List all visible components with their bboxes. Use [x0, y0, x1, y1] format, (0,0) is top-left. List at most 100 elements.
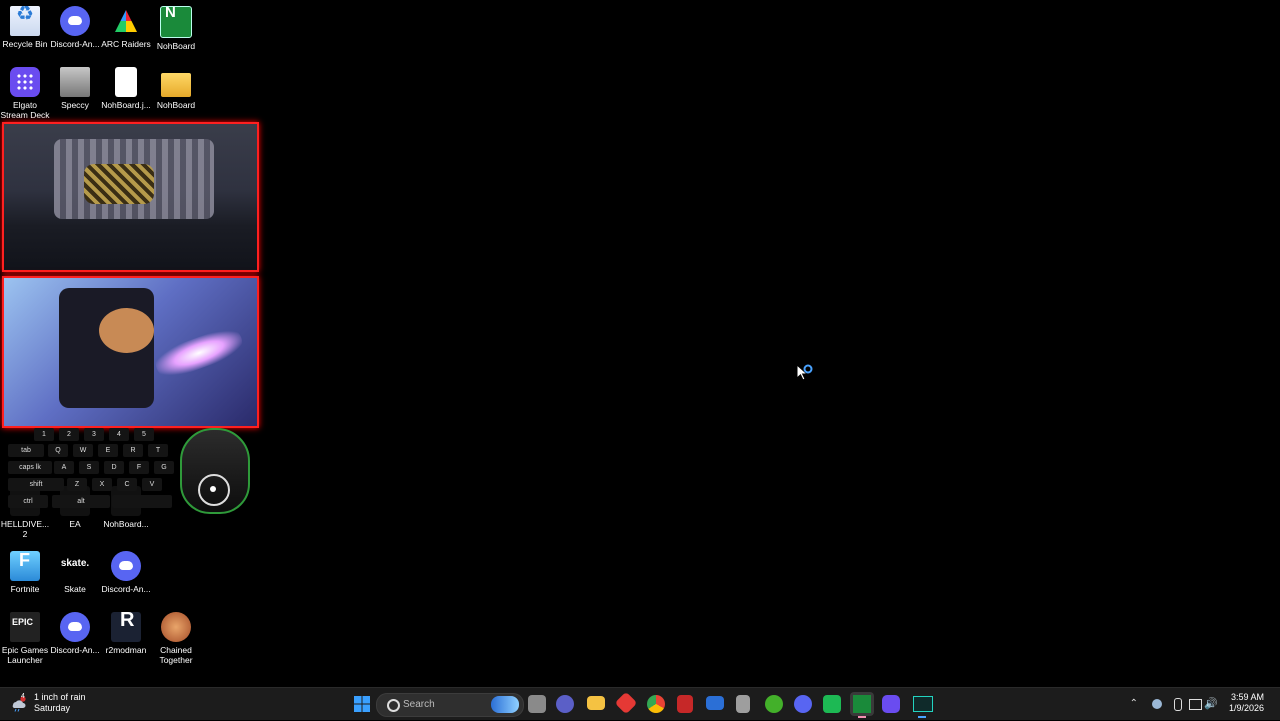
desktop-icon-label: Discord-An...: [50, 645, 100, 655]
player-camera-feed: [2, 276, 259, 428]
r2modman-icon: [111, 612, 141, 642]
key: A: [54, 461, 74, 474]
desktop-icon-discord-2[interactable]: Discord-An...: [101, 551, 151, 594]
key: caps lk: [8, 461, 52, 474]
desktop-icon-skate[interactable]: Skate: [50, 551, 100, 594]
speccy-icon: [60, 67, 90, 97]
nohboard-taskbar-icon: [853, 695, 871, 713]
key: 5: [134, 428, 154, 441]
desktop-icon-r2modman[interactable]: r2modman: [101, 612, 151, 655]
key: alt: [52, 495, 110, 508]
desktop-icon-label: Chained Together: [159, 645, 193, 665]
teams-icon[interactable]: [556, 695, 574, 713]
chevron-up-icon[interactable]: ⌃: [1130, 698, 1138, 709]
key: V: [142, 478, 162, 491]
desktop-icon-fortnite[interactable]: Fortnite: [0, 551, 50, 594]
desktop-icon-nohboard-folder[interactable]: NohBoard: [151, 67, 201, 110]
mouse-movement-dot: [210, 486, 216, 492]
calculator-icon[interactable]: [736, 695, 750, 713]
key: 3: [84, 428, 104, 441]
store-icon[interactable]: [706, 696, 724, 710]
key: tab: [8, 444, 44, 457]
onedrive-icon[interactable]: [1152, 699, 1162, 709]
desktop-icon-label: EA: [69, 519, 81, 529]
desktop-icon-label: Skate: [64, 584, 86, 594]
desktop-icon-label: Discord-An...: [101, 584, 151, 594]
desktop-icon-stream-deck[interactable]: Elgato Stream Deck: [0, 67, 50, 120]
desktop-icon-arc-raiders[interactable]: ARC Raiders: [101, 6, 151, 49]
busy-cursor-icon: [796, 364, 813, 381]
desktop-icon-discord-3[interactable]: Discord-An...: [50, 612, 100, 655]
stream-deck-icon: [10, 67, 40, 97]
mcafee-icon[interactable]: [677, 695, 693, 713]
key: C: [117, 478, 137, 491]
key: T: [148, 444, 168, 457]
discord-icon: [60, 6, 90, 36]
player-image: [99, 308, 154, 353]
task-view-icon[interactable]: [528, 695, 546, 713]
clock-date: 1/9/2026: [1228, 703, 1264, 713]
desktop-icon-label: NohBoard: [156, 100, 196, 110]
clock[interactable]: 3:59 AM 1/9/2026: [1229, 692, 1264, 714]
green-app-icon[interactable]: [823, 695, 841, 713]
desktop-icon-nohboard[interactable]: NohBoard: [151, 6, 201, 51]
stream-deck-taskbar-icon[interactable]: [882, 695, 900, 713]
red-app-icon[interactable]: [614, 691, 638, 715]
key: R: [123, 444, 143, 457]
clock-time: 3:59 AM: [1230, 692, 1264, 702]
weather-alert-badge: 4: [21, 693, 25, 700]
desktop-icon-nohboard-json[interactable]: NohBoard.j...: [101, 67, 151, 110]
search-icon: [387, 699, 400, 712]
key: Z: [67, 478, 87, 491]
desktop-icon-discord[interactable]: Discord-An...: [50, 6, 100, 49]
search-highlight-image: [491, 696, 519, 713]
key: 4: [109, 428, 129, 441]
obs-taskbar-button[interactable]: [910, 692, 934, 718]
volume-icon[interactable]: 🔊: [1204, 697, 1218, 710]
taskbar-search-box[interactable]: Search: [376, 693, 524, 717]
key: Q: [48, 444, 68, 457]
chained-together-icon: [161, 612, 191, 642]
keyboard-overlay: 1 2 3 4 5 tab Q W E R T caps lk A S D F …: [4, 428, 174, 510]
desktop-icon-epic-games[interactable]: Epic Games Launcher: [0, 612, 50, 665]
key: ctrl: [8, 495, 48, 508]
windows-logo-icon: [354, 696, 370, 712]
start-button[interactable]: [350, 692, 374, 716]
desktop-icon-label: Elgato Stream Deck: [0, 100, 50, 120]
desktop-icon-label: NohBoard...: [103, 519, 149, 529]
space-key: [112, 495, 172, 508]
fortnite-icon: [10, 551, 40, 581]
nohboard-taskbar-button[interactable]: [850, 692, 874, 718]
taskbar: 4 1 inch of rain Saturday Search ⌃ 🔊 3:5…: [0, 687, 1280, 720]
desktop-icon-speccy[interactable]: Speccy: [50, 67, 100, 110]
microphone-icon[interactable]: [1174, 698, 1182, 711]
key: X: [92, 478, 112, 491]
file-explorer-icon[interactable]: [587, 696, 605, 710]
monitor-app-icon: [913, 696, 933, 712]
desktop-icon-chained-together[interactable]: Chained Together: [151, 612, 201, 665]
search-placeholder: Search: [403, 699, 435, 710]
nohboard-icon: [160, 6, 192, 38]
blanket-image: [84, 164, 154, 204]
desktop-icon-label: r2modman: [105, 645, 147, 655]
room-camera-feed: [2, 122, 259, 272]
razer-icon[interactable]: [765, 695, 783, 713]
weather-text: 1 inch of rain: [34, 692, 86, 702]
desktop-icon-recycle-bin[interactable]: Recycle Bin: [0, 6, 50, 49]
key: S: [79, 461, 99, 474]
desktop-icon-label: NohBoard: [156, 41, 196, 51]
key: E: [98, 444, 118, 457]
recycle-bin-icon: [10, 6, 40, 36]
chrome-icon[interactable]: [647, 695, 665, 713]
network-icon[interactable]: [1189, 699, 1202, 710]
epic-games-icon: [10, 612, 40, 642]
desktop-icon-label: ARC Raiders: [101, 39, 151, 49]
desktop-icon-label: Recycle Bin: [2, 39, 48, 49]
desktop-icon-label: Epic Games Launcher: [1, 645, 49, 665]
key: 2: [59, 428, 79, 441]
mouse-overlay: [178, 428, 250, 514]
desktop-icon-label: HELLDIVE... 2: [0, 519, 50, 539]
discord-taskbar-icon[interactable]: [794, 695, 812, 713]
skate-icon: [60, 551, 90, 581]
desktop-icon-label: Discord-An...: [50, 39, 100, 49]
